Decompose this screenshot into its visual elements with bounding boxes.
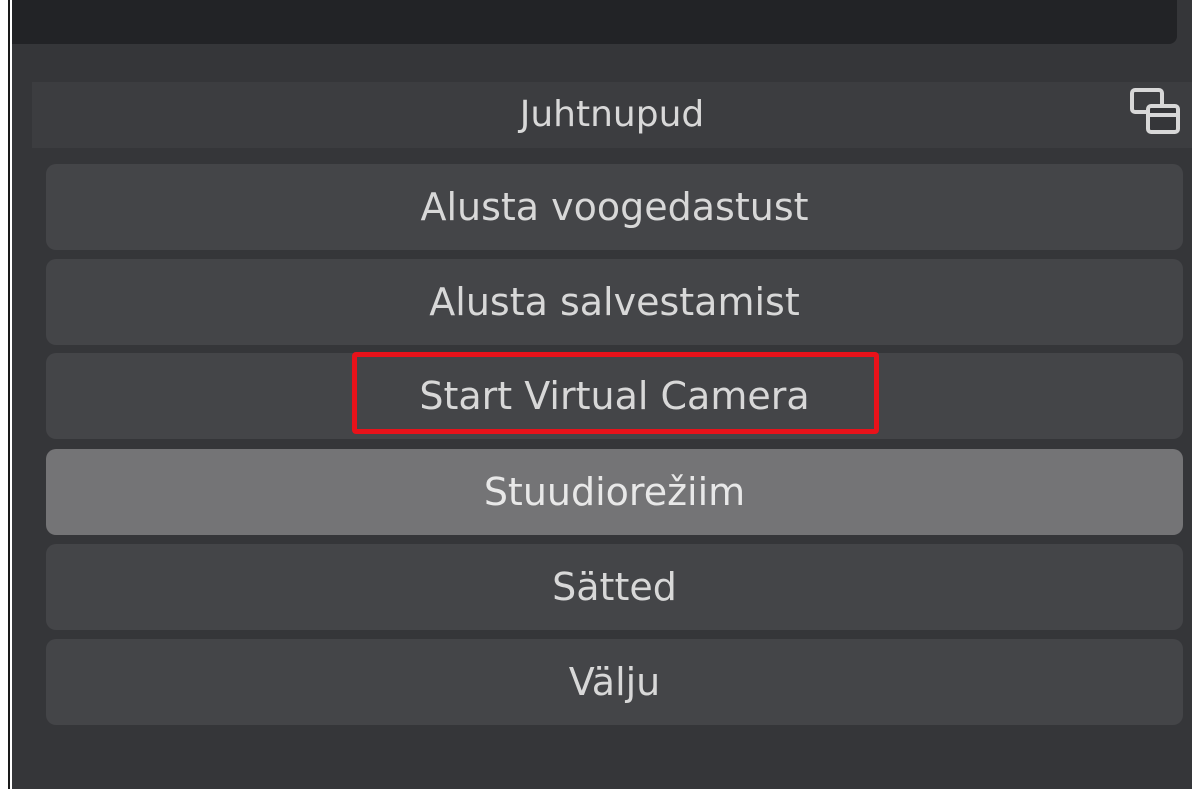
dock-title: Juhtnupud: [519, 94, 705, 135]
start-recording-button[interactable]: Alusta salvestamist: [46, 259, 1183, 345]
settings-button[interactable]: Sätted: [46, 544, 1183, 630]
dock-title-bar[interactable]: Juhtnupud: [32, 82, 1192, 148]
start-streaming-button[interactable]: Alusta voogedastust: [46, 164, 1183, 250]
undock-window-icon[interactable]: [1128, 86, 1182, 140]
window-border: [8, 0, 10, 789]
start-virtual-camera-button[interactable]: Start Virtual Camera: [46, 353, 1183, 439]
exit-button[interactable]: Välju: [46, 639, 1183, 725]
studio-mode-button[interactable]: Stuudiorežiim: [46, 449, 1183, 535]
window-edge: [0, 0, 12, 789]
dock-separator: [12, 0, 1177, 44]
